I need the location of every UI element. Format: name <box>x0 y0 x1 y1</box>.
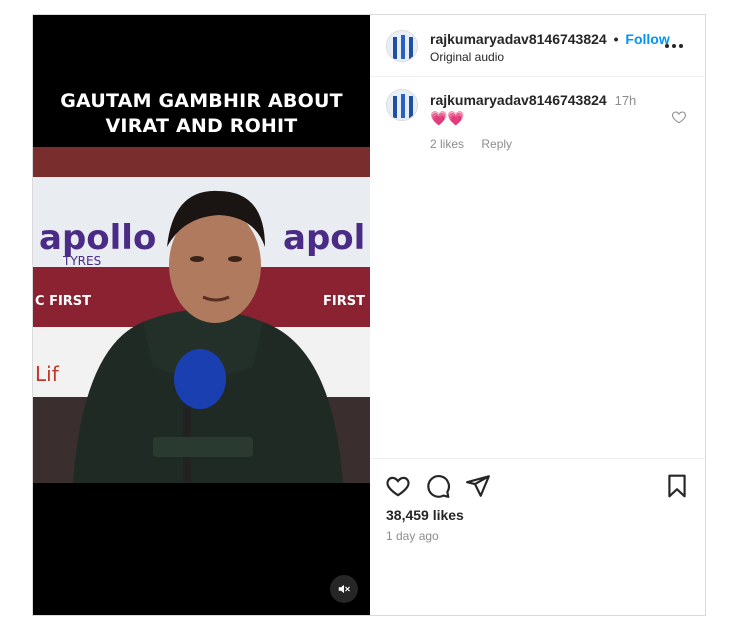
comment-meta: 2 likes Reply <box>430 137 526 151</box>
video-player[interactable]: GAUTAM GAMBHIR ABOUT VIRAT AND ROHIT apo… <box>33 15 370 615</box>
audio-label[interactable]: Original audio <box>430 50 504 64</box>
svg-text:apol: apol <box>283 218 365 258</box>
comment-user-line: rajkumaryadav8146743824 17h <box>430 92 636 108</box>
comment-username[interactable]: rajkumaryadav8146743824 <box>430 92 607 108</box>
profile-picture <box>387 31 417 61</box>
likes-count[interactable]: 38,459 likes <box>386 507 464 523</box>
comment-likes-count[interactable]: 2 likes <box>430 137 464 151</box>
svg-text:C FIRST: C FIRST <box>35 294 91 309</box>
author-username[interactable]: rajkumaryadav8146743824 <box>430 31 607 47</box>
more-options-icon <box>665 44 669 48</box>
press-conference-image: apollo apol TYRES C FIRST FIRST Lif <box>33 147 370 483</box>
video-frame: apollo apol TYRES C FIRST FIRST Lif <box>33 147 370 483</box>
avatar[interactable] <box>386 89 418 121</box>
post-container: GAUTAM GAMBHIR ABOUT VIRAT AND ROHIT apo… <box>32 14 706 616</box>
comment-text: 💗💗 <box>430 110 465 126</box>
post-side-panel: rajkumaryadav8146743824 • Follow Origina… <box>370 15 705 615</box>
post-age[interactable]: 1 day ago <box>386 529 439 543</box>
post-header: rajkumaryadav8146743824 • Follow Origina… <box>370 15 705 77</box>
avatar[interactable] <box>386 30 418 62</box>
speaker-muted-icon <box>338 584 350 594</box>
share-paper-plane-icon[interactable] <box>465 473 491 499</box>
reply-button[interactable]: Reply <box>481 137 512 151</box>
post-actions: 38,459 likes 1 day ago <box>370 458 705 615</box>
like-heart-icon[interactable] <box>385 473 411 499</box>
video-title-line-1: GAUTAM GAMBHIR ABOUT <box>60 90 343 112</box>
comment-bubble-icon[interactable] <box>425 473 451 499</box>
comment-item: rajkumaryadav8146743824 17h 💗💗 2 likes R… <box>370 77 705 167</box>
svg-text:Lif: Lif <box>35 362 60 386</box>
video-title-overlay: GAUTAM GAMBHIR ABOUT VIRAT AND ROHIT <box>33 89 370 139</box>
svg-text:FIRST: FIRST <box>323 294 365 309</box>
save-bookmark-icon[interactable] <box>664 473 690 499</box>
more-options-button[interactable] <box>660 34 688 58</box>
comment-time[interactable]: 17h <box>615 93 637 108</box>
header-user-line: rajkumaryadav8146743824 • Follow <box>430 31 670 47</box>
comment-like-heart-icon[interactable] <box>671 109 687 125</box>
svg-text:apollo: apollo <box>39 218 156 258</box>
video-title-line-2: VIRAT AND ROHIT <box>105 115 298 137</box>
profile-picture <box>387 90 417 120</box>
mute-button[interactable] <box>330 575 358 603</box>
svg-text:TYRES: TYRES <box>62 254 101 268</box>
separator-dot: • <box>613 31 619 47</box>
